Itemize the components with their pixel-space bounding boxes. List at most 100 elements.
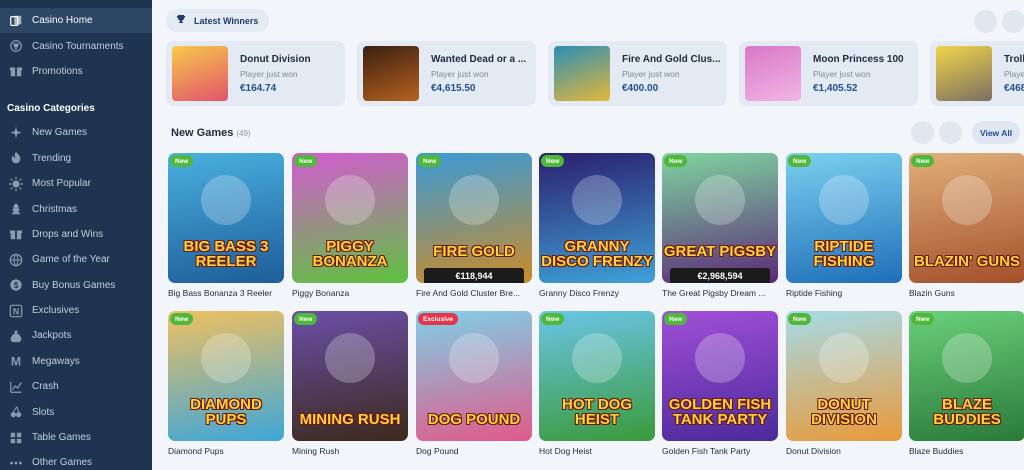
winner-subtitle: Player just won bbox=[240, 68, 298, 79]
game-tile[interactable]: New BLAZIN' GUNS Blazin Guns bbox=[909, 153, 1024, 298]
winners-next-button[interactable] bbox=[1002, 10, 1024, 33]
winner-card[interactable]: Troll H... Player just won €468... bbox=[930, 41, 1024, 106]
game-title[interactable]: Riptide Fishing bbox=[786, 288, 902, 298]
sidebar-item-drops-and-wins[interactable]: Drops and Wins bbox=[0, 222, 152, 247]
new-games-heading: New Games (49) bbox=[171, 127, 251, 139]
game-title[interactable]: Donut Division bbox=[786, 446, 902, 456]
game-thumbnail[interactable]: New GREAT PIGSBY €2,968,594 bbox=[662, 153, 778, 283]
game-tile[interactable]: New FIRE GOLD €118,944 Fire And Gold Cluste… bbox=[416, 153, 532, 298]
game-tile[interactable]: New GREAT PIGSBY €2,968,594 The Great Pigsb… bbox=[662, 153, 778, 298]
sidebar-item-label: Drops and Wins bbox=[32, 228, 104, 240]
view-all-button[interactable]: View All bbox=[972, 121, 1020, 144]
sidebar-item-label: Other Games bbox=[32, 457, 93, 469]
game-thumbnail[interactable]: New PIGGY BONANZA bbox=[292, 153, 408, 283]
game-tile[interactable]: Exclusive DOG POUND Dog Pound bbox=[416, 311, 532, 456]
character-art bbox=[572, 175, 622, 225]
winner-subtitle: Player just won bbox=[813, 68, 871, 79]
game-title[interactable]: Fire And Gold Cluster Bre... bbox=[416, 288, 532, 298]
game-title[interactable]: Diamond Pups bbox=[168, 446, 284, 456]
sidebar-item-jackpots[interactable]: Jackpots bbox=[0, 323, 152, 348]
game-title[interactable]: Dog Pound bbox=[416, 446, 532, 456]
game-title[interactable]: Golden Fish Tank Party bbox=[662, 446, 778, 456]
game-thumbnail[interactable]: New HOT DOG HEIST bbox=[539, 311, 655, 441]
winner-game-name: Wanted Dead or a ... bbox=[431, 53, 527, 65]
winner-info: Donut Division Player just won €164.74 bbox=[240, 54, 311, 94]
game-thumbnail[interactable]: New GOLDEN FISH TANK PARTY bbox=[662, 311, 778, 441]
game-title[interactable]: Mining Rush bbox=[292, 446, 408, 456]
latest-winners-button[interactable]: Latest Winners bbox=[166, 9, 270, 32]
game-tile[interactable]: New BLAZE BUDDIES Blaze Buddies bbox=[909, 311, 1024, 456]
winner-game-thumbnail bbox=[936, 46, 992, 101]
sidebar-top-nav: Casino Home Casino Tournaments Promotions bbox=[0, 0, 152, 84]
game-tile[interactable]: New GRANNY DISCO FRENZY Granny Disco Frenz… bbox=[539, 153, 655, 298]
game-title[interactable]: Piggy Bonanza bbox=[292, 288, 408, 298]
new-badge: New bbox=[418, 155, 442, 167]
game-tile[interactable]: New RIPTIDE FISHING Riptide Fishing bbox=[786, 153, 902, 298]
game-tile[interactable]: New DIAMOND PUPS Diamond Pups bbox=[168, 311, 284, 456]
sidebar-item-new-games[interactable]: New Games bbox=[0, 120, 152, 145]
game-thumbnail[interactable]: New RIPTIDE FISHING bbox=[786, 153, 902, 283]
sidebar-item-game-of-the-year[interactable]: Game of the Year bbox=[0, 247, 152, 272]
sidebar-item-christmas[interactable]: Christmas bbox=[0, 196, 152, 221]
sidebar-item-exclusives[interactable]: N Exclusives bbox=[0, 298, 152, 323]
game-thumbnail[interactable]: New DONUT DIVISION bbox=[786, 311, 902, 441]
sidebar-item-crash[interactable]: Crash bbox=[0, 374, 152, 399]
winner-card[interactable]: Moon Princess 100 Player just won €1,405.5… bbox=[739, 41, 918, 106]
sidebar-item-label: Table Games bbox=[32, 432, 91, 444]
game-thumbnail[interactable]: New GRANNY DISCO FRENZY bbox=[539, 153, 655, 283]
sidebar-item-casino-tournaments[interactable]: Casino Tournaments bbox=[0, 33, 152, 58]
sidebar-item-label: Jackpots bbox=[32, 330, 72, 342]
winner-game-name: Troll H... bbox=[1004, 53, 1024, 65]
new-badge: New bbox=[664, 313, 688, 325]
game-thumbnail[interactable]: New BLAZE BUDDIES bbox=[909, 311, 1024, 441]
game-tile[interactable]: New BIG BASS 3 REELER Big Bass Bonanza 3 R… bbox=[168, 153, 284, 298]
game-thumbnail[interactable]: New BLAZIN' GUNS bbox=[909, 153, 1024, 283]
sidebar-item-casino-home[interactable]: Casino Home bbox=[0, 8, 152, 34]
game-tile[interactable]: New DONUT DIVISION Donut Division bbox=[786, 311, 902, 456]
game-title[interactable]: Blaze Buddies bbox=[909, 446, 1024, 456]
sidebar-item-promotions[interactable]: Promotions bbox=[0, 59, 152, 84]
sidebar-item-most-popular[interactable]: Most Popular bbox=[0, 171, 152, 196]
sidebar-item-trending[interactable]: Trending bbox=[0, 146, 152, 171]
winners-prev-button[interactable] bbox=[974, 10, 997, 33]
game-thumbnail[interactable]: New MINING RUSH bbox=[292, 311, 408, 441]
flame-icon bbox=[8, 150, 24, 166]
sidebar-item-table-games[interactable]: Table Games bbox=[0, 425, 152, 450]
new-games-prev-button[interactable] bbox=[911, 121, 934, 144]
winner-card[interactable]: Fire And Gold Clus... Player just won €400… bbox=[548, 41, 727, 106]
sidebar-item-buy-bonus-games[interactable]: $ Buy Bonus Games bbox=[0, 273, 152, 298]
game-tile[interactable]: New HOT DOG HEIST Hot Dog Heist bbox=[539, 311, 655, 456]
game-tile[interactable]: New GOLDEN FISH TANK PARTY Golden Fish Tan… bbox=[662, 311, 778, 456]
game-title[interactable]: Blazin Guns bbox=[909, 288, 1024, 298]
winner-amount: €468... bbox=[1004, 82, 1024, 94]
new-badge: New bbox=[541, 155, 565, 167]
winner-game-name: Fire And Gold Clus... bbox=[622, 53, 721, 65]
trophy-icon bbox=[176, 14, 186, 27]
game-title[interactable]: Big Bass Bonanza 3 Reeler bbox=[168, 288, 284, 298]
game-tile[interactable]: New PIGGY BONANZA Piggy Bonanza bbox=[292, 153, 408, 298]
game-title[interactable]: Hot Dog Heist bbox=[539, 446, 655, 456]
game-title[interactable]: Granny Disco Frenzy bbox=[539, 288, 655, 298]
sidebar-item-megaways[interactable]: M Megaways bbox=[0, 349, 152, 374]
sidebar-item-label: New Games bbox=[32, 127, 88, 139]
winner-card[interactable]: Donut Division Player just won €164.74 bbox=[166, 41, 345, 106]
game-thumbnail[interactable]: New DIAMOND PUPS bbox=[168, 311, 284, 441]
sidebar-item-label: Exclusives bbox=[32, 305, 80, 317]
winner-card[interactable]: Wanted Dead or a ... Player just won €4,61… bbox=[357, 41, 536, 106]
new-badge: New bbox=[541, 313, 565, 325]
new-games-next-button[interactable] bbox=[939, 121, 962, 144]
game-thumbnail[interactable]: New FIRE GOLD €118,944 bbox=[416, 153, 532, 283]
svg-text:M: M bbox=[11, 355, 21, 369]
sidebar-categories: New Games Trending Most Popular Christmas Dr… bbox=[0, 120, 152, 470]
sidebar-item-slots[interactable]: Slots bbox=[0, 399, 152, 424]
character-art bbox=[201, 333, 251, 383]
sidebar-item-other-games[interactable]: Other Games bbox=[0, 450, 152, 470]
game-logo-text: RIPTIDE FISHING bbox=[813, 238, 875, 270]
winner-subtitle: Player just won bbox=[1004, 68, 1024, 79]
game-thumbnail[interactable]: Exclusive DOG POUND bbox=[416, 311, 532, 441]
game-thumbnail[interactable]: New BIG BASS 3 REELER bbox=[168, 153, 284, 283]
casino-categories-heading: Casino Categories bbox=[7, 103, 95, 115]
game-tile[interactable]: New MINING RUSH Mining Rush bbox=[292, 311, 408, 456]
game-logo-text: MINING RUSH bbox=[299, 411, 401, 428]
game-title[interactable]: The Great Pigsby Dream ... bbox=[662, 288, 778, 298]
